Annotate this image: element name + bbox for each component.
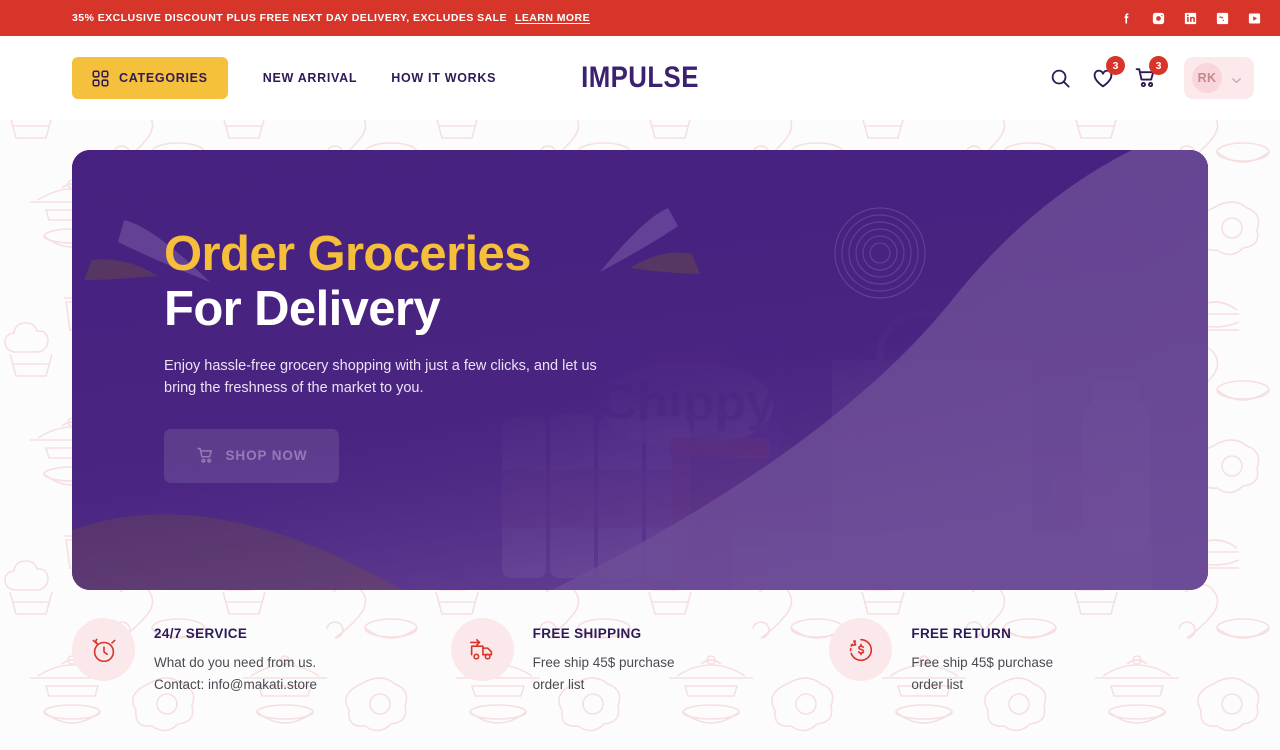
delivery-truck-icon	[450, 618, 514, 681]
feature-line-1: What do you need from us.	[154, 655, 317, 670]
shop-now-label: SHOP NOW	[225, 448, 308, 464]
grid-icon	[92, 70, 109, 87]
search-icon[interactable]	[1047, 65, 1073, 91]
youtube-icon[interactable]	[1247, 11, 1262, 26]
learn-more-link[interactable]: LEARN MORE	[515, 12, 590, 24]
categories-button[interactable]: CATEGORIES	[72, 57, 228, 99]
hero-content: Order Groceries For Delivery Enjoy hassl…	[164, 227, 684, 483]
nav-item-how-it-works[interactable]: HOW IT WORKS	[391, 71, 496, 85]
hero-banner: Chippy MAKATIGROCERS	[72, 150, 1208, 590]
feature-title: 24/7 SERVICE	[154, 626, 248, 641]
feature-line-1: Free ship 45$ purchase	[911, 655, 1054, 670]
categories-button-label: CATEGORIES	[119, 71, 208, 85]
wishlist-badge: 3	[1106, 56, 1125, 75]
avatar: RK	[1192, 63, 1222, 93]
blogger-icon[interactable]	[1215, 11, 1230, 26]
site-logo-text: IMPULSE	[581, 61, 699, 94]
feature-title: FREE RETURN	[911, 626, 1012, 641]
site-logo[interactable]: IMPULSE	[572, 61, 709, 95]
linkedin-icon[interactable]	[1183, 11, 1198, 26]
main-navigation: NEW ARRIVAL HOW IT WORKS	[263, 71, 496, 85]
refund-dollar-icon	[829, 618, 893, 681]
hero-subtitle: Enjoy hassle-free grocery shopping with …	[164, 357, 597, 396]
nav-item-new-arrival[interactable]: NEW ARRIVAL	[263, 71, 358, 85]
user-menu[interactable]: RK	[1184, 57, 1254, 99]
hero-title-line-1: Order Groceries	[164, 227, 531, 281]
announcement-text: 35% EXCLUSIVE DISCOUNT PLUS FREE NEXT DA…	[72, 12, 507, 24]
announcement-text-wrap: 35% EXCLUSIVE DISCOUNT PLUS FREE NEXT DA…	[0, 12, 1280, 24]
feature-text-service: 24/7 SERVICE What do you need from us. C…	[154, 618, 317, 697]
hero-title: Order Groceries For Delivery	[164, 227, 684, 338]
page-root: 35% EXCLUSIVE DISCOUNT PLUS FREE NEXT DA…	[0, 0, 1280, 750]
feature-strip: 24/7 SERVICE What do you need from us. C…	[0, 590, 1280, 697]
feature-title: FREE SHIPPING	[532, 626, 642, 641]
feature-item-shipping: FREE SHIPPING Free ship 45$ purchase ord…	[450, 618, 830, 697]
feature-item-return: FREE RETURN Free ship 45$ purchase order…	[829, 618, 1208, 697]
feature-text-shipping: FREE SHIPPING Free ship 45$ purchase ord…	[533, 618, 675, 697]
feature-line-2: Contact: info@makati.store	[154, 677, 318, 693]
feature-item-service: 24/7 SERVICE What do you need from us. C…	[72, 618, 451, 697]
header-actions: 3 3 RK	[1047, 56, 1254, 99]
chevron-down-icon	[1231, 73, 1242, 84]
shop-cart-icon	[196, 446, 215, 465]
hero-title-line-2: For Delivery	[164, 282, 441, 337]
hero-section: Chippy MAKATIGROCERS	[0, 120, 1280, 590]
cart-badge: 3	[1149, 56, 1168, 75]
feature-line-1: Free ship 45$ purchase	[532, 655, 675, 670]
shop-now-button[interactable]: SHOP NOW	[164, 428, 339, 483]
feature-line-2: order list	[532, 677, 585, 693]
cart-icon[interactable]: 3	[1133, 56, 1168, 91]
wishlist-icon[interactable]: 3	[1090, 56, 1125, 91]
feature-text-return: FREE RETURN Free ship 45$ purchase order…	[911, 618, 1053, 697]
announcement-bar: 35% EXCLUSIVE DISCOUNT PLUS FREE NEXT DA…	[0, 0, 1280, 36]
site-header: CATEGORIES NEW ARRIVAL HOW IT WORKS IMPU…	[0, 36, 1280, 120]
instagram-icon[interactable]	[1151, 11, 1166, 26]
alarm-clock-icon	[72, 618, 135, 681]
feature-line-2: order list	[911, 677, 964, 693]
social-links	[1119, 11, 1262, 26]
facebook-icon[interactable]	[1119, 11, 1134, 26]
